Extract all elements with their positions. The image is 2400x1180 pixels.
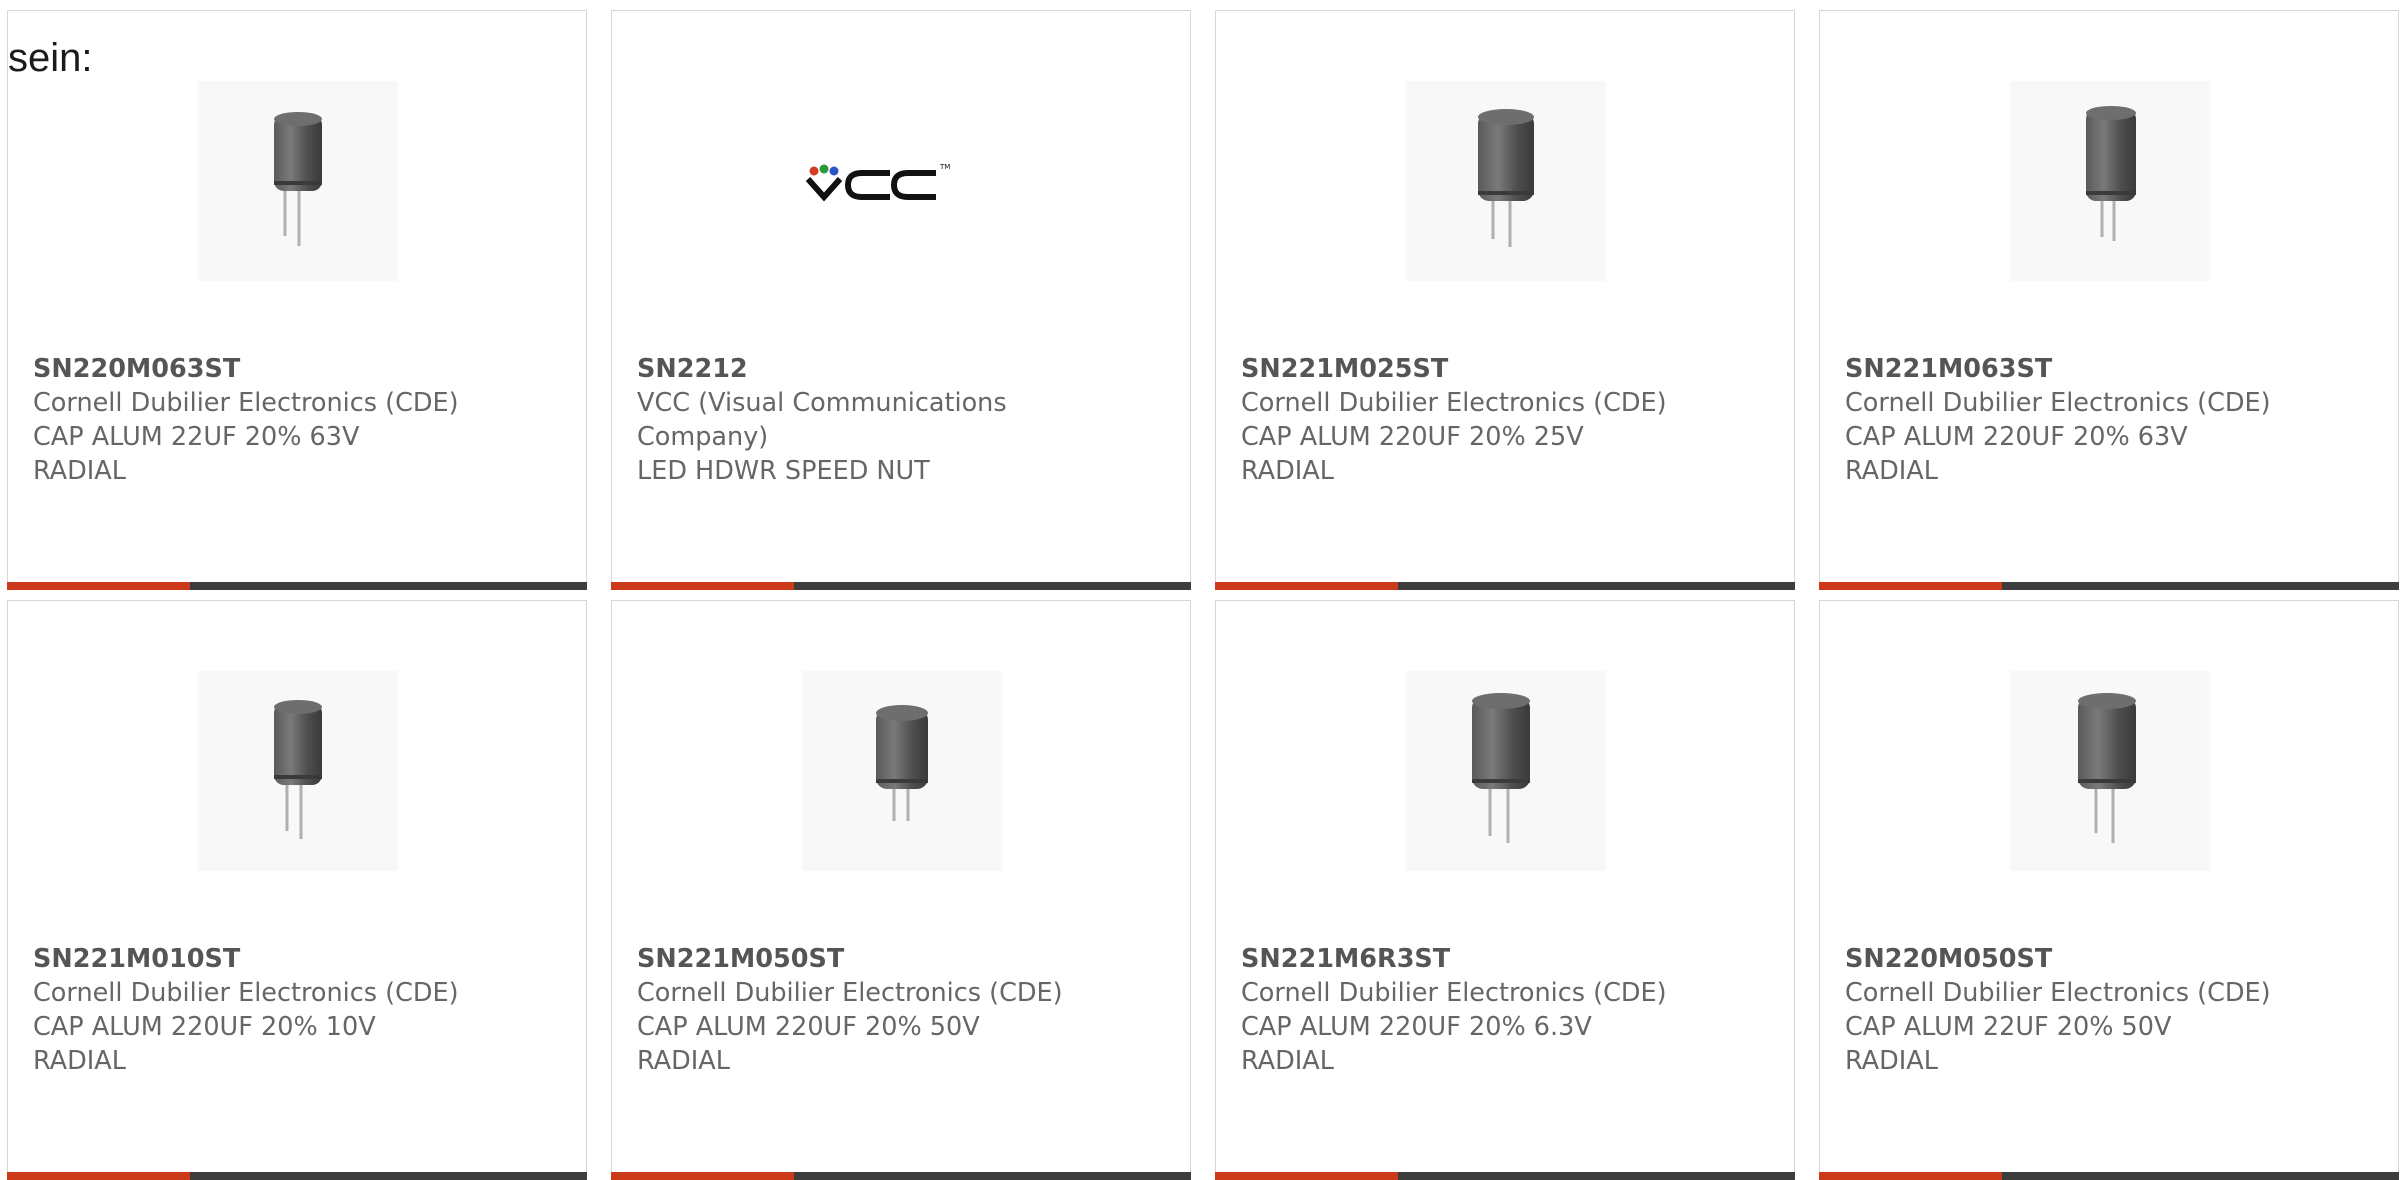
manufacturer: Cornell Dubilier Electronics (CDE)	[1845, 978, 2271, 1008]
card-bottom-bar	[1215, 1172, 1795, 1180]
product-image[interactable]	[198, 671, 398, 871]
manufacturer: Cornell Dubilier Electronics (CDE)	[637, 978, 1063, 1008]
part-number[interactable]: SN221M025ST	[1241, 352, 1774, 386]
capacitor-icon	[274, 112, 322, 246]
card-bottom-bar	[7, 582, 587, 590]
description-cont: RADIAL	[33, 1046, 126, 1076]
description: CAP ALUM 220UF 20% 6.3V	[1241, 1012, 1592, 1042]
description-cont: RADIAL	[1845, 456, 1938, 486]
part-number[interactable]: SN221M6R3ST	[1241, 942, 1774, 976]
card-bottom-bar	[7, 1172, 587, 1180]
product-card[interactable]: SN221M010ST Cornell Dubilier Electronics…	[7, 600, 587, 1180]
product-card[interactable]: SN220M050ST Cornell Dubilier Electronics…	[1819, 600, 2399, 1180]
part-number[interactable]: SN221M063ST	[1845, 352, 2378, 386]
product-info: SN221M025ST Cornell Dubilier Electronics…	[1241, 352, 1774, 488]
description-cont: RADIAL	[1241, 1046, 1334, 1076]
description: CAP ALUM 22UF 20% 63V	[33, 422, 360, 452]
product-card[interactable]: TM SN2212 VCC (Visual Communications Com…	[611, 10, 1191, 590]
product-card[interactable]: SN221M063ST Cornell Dubilier Electronics…	[1819, 10, 2399, 590]
description: CAP ALUM 22UF 20% 50V	[1845, 1012, 2172, 1042]
svg-text:TM: TM	[939, 163, 950, 171]
product-image[interactable]: TM	[802, 81, 1002, 281]
description: CAP ALUM 220UF 20% 25V	[1241, 422, 1584, 452]
product-info: SN221M010ST Cornell Dubilier Electronics…	[33, 942, 566, 1078]
capacitor-icon	[2078, 693, 2136, 843]
description-cont: RADIAL	[1845, 1046, 1938, 1076]
manufacturer: Cornell Dubilier Electronics (CDE)	[1241, 388, 1667, 418]
product-info: SN220M050ST Cornell Dubilier Electronics…	[1845, 942, 2378, 1078]
vcc-logo: TM	[805, 163, 950, 202]
product-info: SN2212 VCC (Visual Communications Compan…	[637, 352, 1170, 488]
card-bottom-bar	[611, 1172, 1191, 1180]
card-bottom-bar	[1215, 582, 1795, 590]
product-card[interactable]: SN220M063ST Cornell Dubilier Electronics…	[7, 10, 587, 590]
product-image[interactable]	[2010, 81, 2210, 281]
product-info: SN221M050ST Cornell Dubilier Electronics…	[637, 942, 1170, 1078]
intro-text: sein:	[8, 36, 93, 80]
part-number[interactable]: SN2212	[637, 352, 1170, 386]
capacitor-icon	[1472, 693, 1530, 843]
capacitor-icon	[876, 705, 928, 821]
product-card[interactable]: SN221M050ST Cornell Dubilier Electronics…	[611, 600, 1191, 1180]
product-grid: SN220M063ST Cornell Dubilier Electronics…	[7, 10, 2400, 1180]
card-bottom-bar	[611, 582, 1191, 590]
manufacturer: Cornell Dubilier Electronics (CDE)	[33, 978, 459, 1008]
capacitor-icon	[2086, 106, 2136, 241]
manufacturer: Cornell Dubilier Electronics (CDE)	[1241, 978, 1667, 1008]
card-bottom-bar	[1819, 582, 2399, 590]
product-image[interactable]	[1406, 81, 1606, 281]
product-info: SN221M063ST Cornell Dubilier Electronics…	[1845, 352, 2378, 488]
manufacturer: VCC (Visual Communications Company)	[637, 388, 1007, 452]
product-info: SN220M063ST Cornell Dubilier Electronics…	[33, 352, 566, 488]
capacitor-icon	[274, 700, 322, 839]
product-image[interactable]	[802, 671, 1002, 871]
product-card[interactable]: SN221M6R3ST Cornell Dubilier Electronics…	[1215, 600, 1795, 1180]
product-image[interactable]	[198, 81, 398, 281]
description: CAP ALUM 220UF 20% 10V	[33, 1012, 376, 1042]
product-image[interactable]	[2010, 671, 2210, 871]
part-number[interactable]: SN221M010ST	[33, 942, 566, 976]
part-number[interactable]: SN220M050ST	[1845, 942, 2378, 976]
manufacturer: Cornell Dubilier Electronics (CDE)	[1845, 388, 2271, 418]
product-image[interactable]	[1406, 671, 1606, 871]
description: CAP ALUM 220UF 20% 50V	[637, 1012, 980, 1042]
description-cont: RADIAL	[33, 456, 126, 486]
description-cont: RADIAL	[637, 1046, 730, 1076]
product-card[interactable]: SN221M025ST Cornell Dubilier Electronics…	[1215, 10, 1795, 590]
description-cont: RADIAL	[1241, 456, 1334, 486]
part-number[interactable]: SN220M063ST	[33, 352, 566, 386]
description: CAP ALUM 220UF 20% 63V	[1845, 422, 2188, 452]
product-info: SN221M6R3ST Cornell Dubilier Electronics…	[1241, 942, 1774, 1078]
manufacturer: Cornell Dubilier Electronics (CDE)	[33, 388, 459, 418]
description: LED HDWR SPEED NUT	[637, 456, 930, 486]
capacitor-icon	[1478, 109, 1534, 247]
part-number[interactable]: SN221M050ST	[637, 942, 1170, 976]
card-bottom-bar	[1819, 1172, 2399, 1180]
